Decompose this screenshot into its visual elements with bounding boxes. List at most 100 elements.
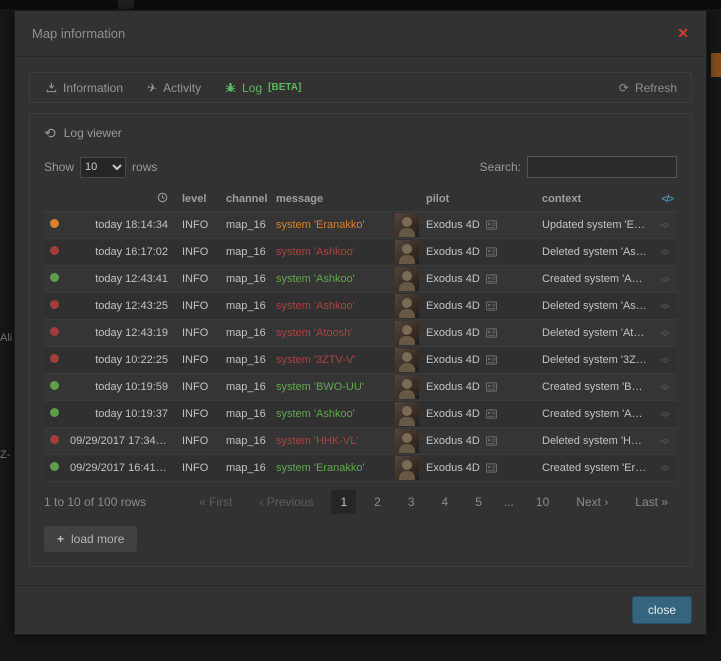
pilot-name: Exodus 4D bbox=[426, 273, 480, 285]
load-more-button[interactable]: + load more bbox=[44, 526, 137, 552]
row-code-icon[interactable]: </> bbox=[660, 302, 669, 311]
table-row[interactable]: today 10:19:59 INFO map_16 system 'BWO-U… bbox=[44, 374, 677, 401]
table-row[interactable]: today 12:43:19 INFO map_16 system 'Atoos… bbox=[44, 320, 677, 347]
column-header-channel[interactable]: channel bbox=[222, 188, 272, 212]
status-dot bbox=[50, 381, 59, 390]
log-context: Created system 'Ashkoo' … bbox=[538, 401, 651, 428]
column-header-message[interactable]: message bbox=[272, 188, 392, 212]
status-dot bbox=[50, 246, 59, 255]
table-row[interactable]: today 12:43:25 INFO map_16 system 'Ashko… bbox=[44, 293, 677, 320]
tab-information[interactable]: Information bbox=[34, 73, 135, 102]
load-more-label: load more bbox=[71, 532, 124, 546]
log-level: INFO bbox=[178, 212, 222, 239]
background-fragment-left-bottom: Z- bbox=[0, 449, 14, 461]
log-level: INFO bbox=[178, 293, 222, 320]
log-level: INFO bbox=[178, 266, 222, 293]
status-dot bbox=[50, 219, 59, 228]
log-level: INFO bbox=[178, 401, 222, 428]
activity-icon: ✈ bbox=[146, 81, 158, 95]
pilot-avatar bbox=[395, 429, 419, 453]
log-channel: map_16 bbox=[222, 374, 272, 401]
pagination-item[interactable]: « First bbox=[190, 490, 241, 514]
tab-label: Activity bbox=[163, 81, 201, 95]
background-top-bar bbox=[0, 0, 721, 9]
pagination-item[interactable]: 10 bbox=[527, 490, 558, 514]
log-message: system 'Ashkoo' bbox=[272, 266, 392, 293]
table-row[interactable]: 09/29/2017 16:41:17 INFO map_16 system '… bbox=[44, 455, 677, 482]
log-time: today 10:22:25 bbox=[66, 347, 178, 374]
log-level: INFO bbox=[178, 428, 222, 455]
pagination-item[interactable]: 5 bbox=[466, 490, 491, 514]
table-row[interactable]: today 18:14:34 INFO map_16 system 'Erana… bbox=[44, 212, 677, 239]
page-size-select[interactable]: 10 bbox=[80, 157, 126, 178]
refresh-button[interactable]: ⟳ Refresh bbox=[609, 81, 687, 95]
pagination-item[interactable]: Next › bbox=[567, 490, 617, 514]
tab-log[interactable]: Log [BETA] bbox=[213, 73, 313, 102]
log-channel: map_16 bbox=[222, 455, 272, 482]
log-context: Created system 'BWO-UU'… bbox=[538, 374, 651, 401]
log-bug-icon bbox=[225, 82, 236, 93]
background-fragment-left-top: Ali bbox=[0, 332, 14, 344]
pilot-avatar bbox=[395, 321, 419, 345]
map-information-dialog: Map information ✕ Information ✈ Activity… bbox=[14, 10, 707, 635]
log-time: today 18:14:34 bbox=[66, 212, 178, 239]
table-row[interactable]: today 12:43:41 INFO map_16 system 'Ashko… bbox=[44, 266, 677, 293]
row-code-icon[interactable]: </> bbox=[660, 329, 669, 338]
log-viewer-title: Log viewer bbox=[64, 126, 122, 140]
log-level: INFO bbox=[178, 320, 222, 347]
pilot-card-icon bbox=[486, 247, 497, 257]
row-code-icon[interactable]: </> bbox=[660, 356, 669, 365]
pilot-avatar bbox=[395, 456, 419, 480]
column-header-pilot[interactable]: pilot bbox=[422, 188, 538, 212]
column-header-context[interactable]: context bbox=[538, 188, 651, 212]
pilot-name: Exodus 4D bbox=[426, 381, 480, 393]
pagination-item[interactable]: 1 bbox=[331, 490, 356, 514]
row-code-icon[interactable]: </> bbox=[660, 248, 669, 257]
pilot-card-icon bbox=[486, 274, 497, 284]
log-level: INFO bbox=[178, 239, 222, 266]
pagination-item[interactable]: 4 bbox=[433, 490, 458, 514]
log-context: Created system 'Ashkoo' … bbox=[538, 266, 651, 293]
pilot-name: Exodus 4D bbox=[426, 435, 480, 447]
tab-activity[interactable]: ✈ Activity bbox=[135, 73, 213, 102]
log-channel: map_16 bbox=[222, 401, 272, 428]
pilot-avatar bbox=[395, 240, 419, 264]
background-orange-fragment bbox=[711, 53, 721, 77]
column-header-level[interactable]: level bbox=[178, 188, 222, 212]
table-row[interactable]: today 10:19:37 INFO map_16 system 'Ashko… bbox=[44, 401, 677, 428]
pagination-item[interactable]: 3 bbox=[399, 490, 424, 514]
close-icon[interactable]: ✕ bbox=[677, 25, 689, 42]
row-code-icon[interactable]: </> bbox=[660, 410, 669, 419]
search-input[interactable] bbox=[527, 156, 677, 178]
row-code-icon[interactable]: </> bbox=[660, 464, 669, 473]
pagination-item[interactable]: ‹ Previous bbox=[250, 490, 322, 514]
pilot-card-icon bbox=[486, 301, 497, 311]
dialog-footer: close bbox=[15, 585, 706, 634]
log-time: today 12:43:41 bbox=[66, 266, 178, 293]
table-row[interactable]: today 10:22:25 INFO map_16 system '3ZTV-… bbox=[44, 347, 677, 374]
row-code-icon[interactable]: </> bbox=[660, 383, 669, 392]
table-row[interactable]: today 16:17:02 INFO map_16 system 'Ashko… bbox=[44, 239, 677, 266]
pilot-name: Exodus 4D bbox=[426, 408, 480, 420]
log-channel: map_16 bbox=[222, 212, 272, 239]
pagination-item[interactable]: 2 bbox=[365, 490, 390, 514]
plus-icon: + bbox=[57, 532, 64, 546]
log-context: Deleted system '3ZTV-V' #… bbox=[538, 347, 651, 374]
row-code-icon[interactable]: </> bbox=[660, 221, 669, 230]
pilot-avatar bbox=[395, 294, 419, 318]
dialog-title: Map information bbox=[32, 26, 125, 41]
status-dot bbox=[50, 462, 59, 471]
column-header-code[interactable]: </> bbox=[651, 188, 677, 212]
pilot-avatar bbox=[395, 402, 419, 426]
pilot-name: Exodus 4D bbox=[426, 327, 480, 339]
pagination-item[interactable]: Last » bbox=[626, 490, 677, 514]
tab-label: Information bbox=[63, 81, 123, 95]
close-button[interactable]: close bbox=[632, 596, 692, 624]
log-context: Updated system 'Eranakk… bbox=[538, 212, 651, 239]
row-code-icon[interactable]: </> bbox=[660, 437, 669, 446]
rows-label: rows bbox=[132, 160, 157, 174]
table-toolbar: Show 10 rows Search: bbox=[44, 156, 677, 178]
column-header-timestamp[interactable] bbox=[66, 188, 178, 212]
row-code-icon[interactable]: </> bbox=[660, 275, 669, 284]
table-row[interactable]: 09/29/2017 17:34:25 INFO map_16 system '… bbox=[44, 428, 677, 455]
